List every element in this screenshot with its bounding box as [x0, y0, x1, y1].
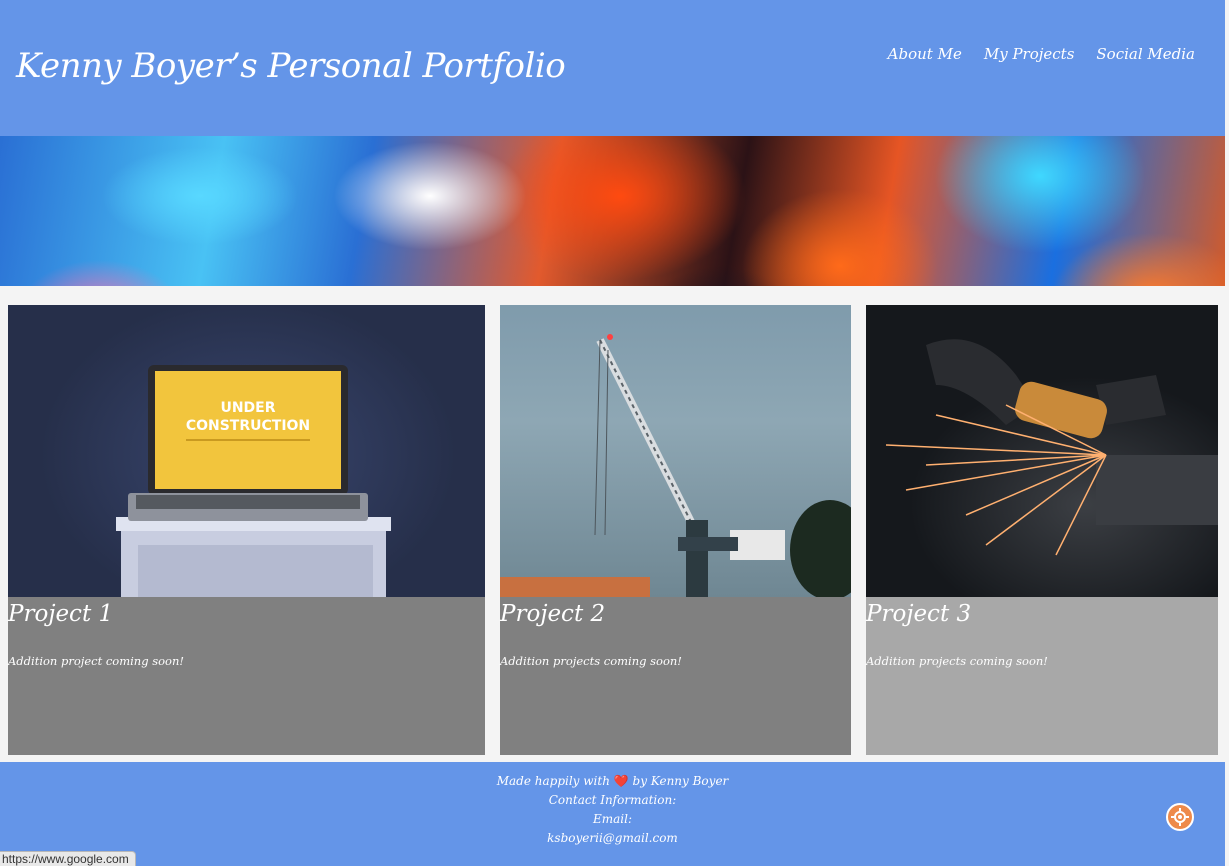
footer-contact-heading: Contact Information:	[548, 793, 677, 807]
made-by-text: by Kenny Boyer	[632, 774, 729, 788]
screen-text-construction: CONSTRUCTION	[186, 418, 310, 434]
nav-my-projects[interactable]: My Projects	[984, 45, 1075, 63]
status-bar-url: https://www.google.com	[0, 851, 136, 866]
project-card-body: Project 3 Addition projects coming soon!	[866, 597, 1218, 755]
floating-action-button[interactable]	[1166, 803, 1194, 831]
gear-icon	[1171, 808, 1189, 826]
main-nav: About Me My Projects Social Media	[888, 45, 1195, 63]
footer-email-label: Email:	[592, 812, 632, 826]
project-card-body: Project 1 Addition project coming soon!	[8, 597, 485, 755]
footer-made-with: Made happily with ❤️ by Kenny Boyer	[0, 772, 1225, 791]
site-footer: Made happily with ❤️ by Kenny Boyer Cont…	[0, 762, 1225, 866]
project-description: Addition project coming soon!	[8, 654, 185, 668]
crane-image	[500, 305, 851, 597]
hero-banner-image	[0, 136, 1225, 286]
project-card-3: Project 3 Addition projects coming soon!	[866, 305, 1218, 755]
laptop-under-construction-image: UNDER CONSTRUCTION	[8, 305, 485, 597]
project-description: Addition projects coming soon!	[500, 654, 682, 668]
footer-email[interactable]: ksboyerii@gmail.com	[0, 829, 1225, 848]
project-title: Project 1	[8, 601, 114, 627]
screen-text-under: UNDER	[220, 400, 275, 416]
project-card-1: UNDER CONSTRUCTION Project 1 Addition pr…	[8, 305, 485, 755]
site-header: Kenny Boyer’s Personal Portfolio About M…	[0, 0, 1225, 136]
nav-about-me[interactable]: About Me	[888, 45, 962, 63]
made-with-text: Made happily with	[496, 774, 610, 788]
project-card-body: Project 2 Addition projects coming soon!	[500, 597, 851, 755]
project-card-2: Project 2 Addition projects coming soon!	[500, 305, 851, 755]
heart-icon: ❤️	[613, 774, 629, 788]
project-title: Project 3	[866, 601, 972, 627]
project-description: Addition projects coming soon!	[866, 654, 1048, 668]
project-title: Project 2	[500, 601, 606, 627]
grinder-sparks-image	[866, 305, 1218, 597]
nav-social-media[interactable]: Social Media	[1096, 45, 1195, 63]
site-title: Kenny Boyer’s Personal Portfolio	[16, 46, 566, 86]
